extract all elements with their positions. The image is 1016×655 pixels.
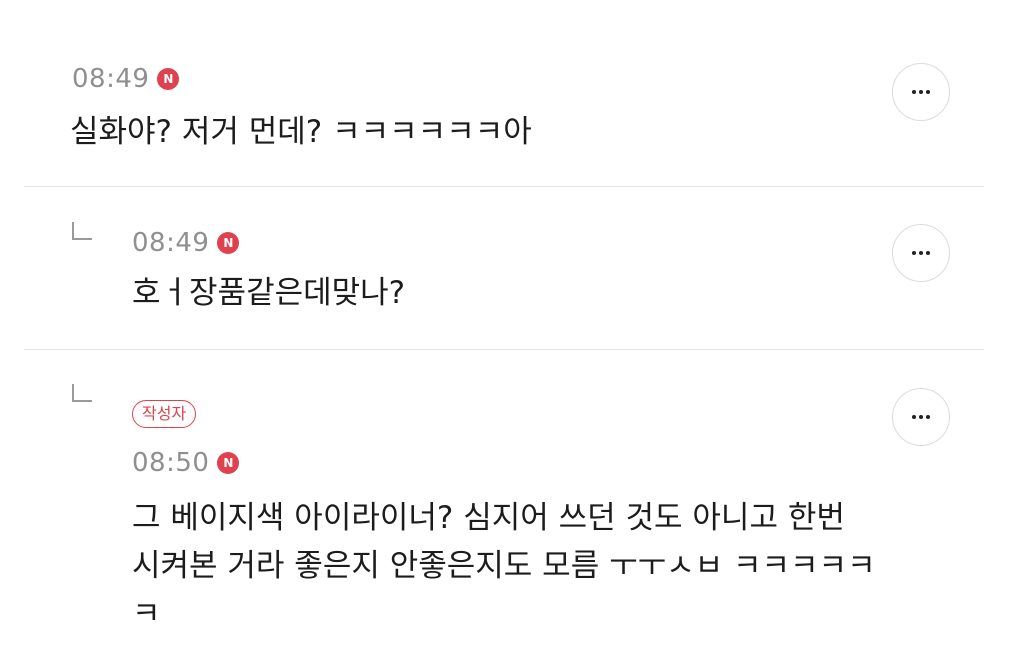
comment-time: 08:50 bbox=[132, 448, 210, 478]
comment-time: 08:49 bbox=[132, 228, 210, 258]
more-options-button[interactable] bbox=[892, 63, 950, 121]
reply-arrow-icon bbox=[72, 222, 92, 240]
comment-text-line: 시켜본 거라 좋은지 안좋은지도 모름 ㅜㅜㅅㅂ ㅋㅋㅋㅋㅋ bbox=[132, 548, 876, 584]
ellipsis-icon bbox=[919, 90, 923, 94]
ellipsis-icon bbox=[919, 251, 923, 255]
comment-meta: 08:50 N bbox=[132, 448, 240, 478]
comment-text: 실화야? 저거 먼데? ㅋㅋㅋㅋㅋㅋ아 bbox=[70, 114, 532, 150]
more-options-button[interactable] bbox=[892, 388, 950, 446]
more-options-button[interactable] bbox=[892, 224, 950, 282]
ellipsis-icon bbox=[912, 90, 916, 94]
new-badge: N bbox=[217, 452, 240, 474]
ellipsis-icon bbox=[912, 415, 916, 419]
ellipsis-icon bbox=[919, 415, 923, 419]
ellipsis-icon bbox=[912, 251, 916, 255]
comment-text-line: ㅋ bbox=[132, 596, 161, 632]
author-badge: 작성자 bbox=[132, 400, 197, 428]
ellipsis-icon bbox=[926, 251, 930, 255]
comment-text-line: 그 베이지색 아이라이너? 심지어 쓰던 것도 아니고 한번 bbox=[132, 500, 845, 536]
comment-time: 08:49 bbox=[72, 64, 150, 94]
ellipsis-icon bbox=[926, 415, 930, 419]
comment-item: 08:49 N 실화야? 저거 먼데? ㅋㅋㅋㅋㅋㅋ아 bbox=[0, 0, 1016, 186]
reply-comment-item: 작성자 08:50 N 그 베이지색 아이라이너? 심지어 쓰던 것도 아니고 … bbox=[0, 350, 1016, 655]
new-badge: N bbox=[157, 68, 180, 90]
new-badge: N bbox=[217, 232, 240, 254]
comment-meta: 08:49 N bbox=[132, 228, 240, 258]
comment-meta: 08:49 N bbox=[72, 64, 180, 94]
comment-text: 호ㅓ장품같은데맞나? bbox=[132, 275, 406, 311]
reply-comment-item: 08:49 N 호ㅓ장품같은데맞나? bbox=[0, 187, 1016, 349]
ellipsis-icon bbox=[926, 90, 930, 94]
reply-arrow-icon bbox=[72, 384, 92, 402]
